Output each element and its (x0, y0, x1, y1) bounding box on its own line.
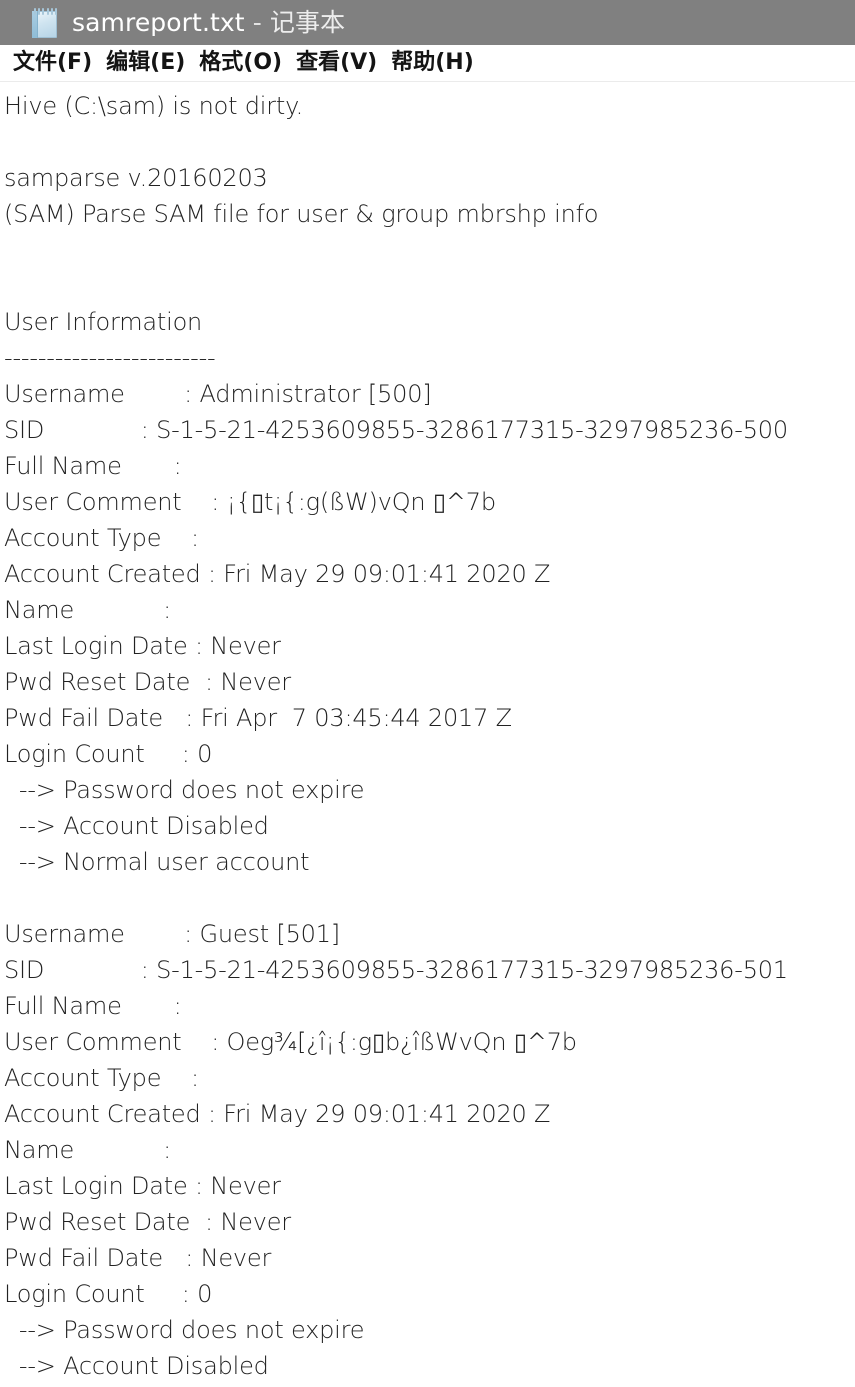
menu-file[interactable]: 文件(F) (6, 52, 99, 74)
menu-edit[interactable]: 编辑(E) (99, 52, 192, 74)
text-line: Name : (4, 596, 172, 624)
menu-help[interactable]: 帮助(H) (384, 52, 481, 74)
text-line (4, 124, 855, 160)
text-line: --> Password does not expire (4, 1316, 365, 1344)
window-title: samreport.txt - 记事本 (72, 10, 345, 35)
text-line (4, 232, 855, 268)
text-line: Pwd Reset Date : Never (4, 668, 291, 696)
text-line: Hive (C:\sam) is not dirty. (4, 92, 304, 120)
text-line: Account Created : Fri May 29 09:01:41 20… (4, 560, 551, 588)
text-line: Pwd Fail Date : Fri Apr 7 03:45:44 2017 … (4, 704, 512, 732)
text-line: SID : S-1-5-21-4253609855-3286177315-329… (4, 416, 788, 444)
text-line (4, 268, 855, 304)
text-line: --> Normal user account (4, 1384, 855, 1386)
text-line: Login Count : 0 (4, 740, 213, 768)
text-line: Username : Administrator [500] (4, 380, 432, 408)
text-line: Full Name : (4, 452, 182, 480)
notepad-icon (32, 7, 58, 38)
text-line: (SAM) Parse SAM file for user & group mb… (4, 200, 599, 228)
text-line: User Comment : ¡{▯t¡{:g(ßW)vQn ▯^7b (4, 488, 496, 516)
text-line (4, 880, 855, 916)
text-line: ------------------------- (4, 344, 216, 372)
text-line: Account Created : Fri May 29 09:01:41 20… (4, 1100, 551, 1128)
text-line: User Comment : Oeg¾[¿î¡{:g▯b¿îßWvQn ▯^7b (4, 1028, 577, 1056)
text-line: Username : Guest [501] (4, 920, 340, 948)
text-line: --> Account Disabled (4, 812, 269, 840)
window-titlebar[interactable]: samreport.txt - 记事本 (0, 0, 855, 45)
window-title-appname: 记事本 (269, 8, 346, 37)
text-line: Last Login Date : Never (4, 1172, 281, 1200)
menu-format[interactable]: 格式(O) (192, 52, 289, 74)
text-line: --> Password does not expire (4, 776, 365, 804)
text-line: Account Type : (4, 1064, 199, 1092)
text-line: User Information (4, 308, 203, 336)
text-line: --> Account Disabled (4, 1352, 269, 1380)
window-title-separator: - (244, 8, 270, 37)
text-line: Name : (4, 1136, 172, 1164)
text-line: Pwd Reset Date : Never (4, 1208, 291, 1236)
text-line: --> Normal user account (4, 848, 310, 876)
text-line: Login Count : 0 (4, 1280, 213, 1308)
menu-view[interactable]: 查看(V) (289, 52, 384, 74)
window-title-filename: samreport.txt (72, 8, 245, 37)
text-line: Last Login Date : Never (4, 632, 281, 660)
text-editor-area[interactable]: Hive (C:\sam) is not dirty. samparse v.2… (0, 82, 855, 1386)
text-line: Full Name : (4, 992, 182, 1020)
text-line: samparse v.20160203 (4, 164, 268, 192)
text-line: SID : S-1-5-21-4253609855-3286177315-329… (4, 956, 788, 984)
menu-bar: 文件(F) 编辑(E) 格式(O) 查看(V) 帮助(H) (0, 45, 855, 82)
text-line: Account Type : (4, 524, 199, 552)
text-line: Pwd Fail Date : Never (4, 1244, 272, 1272)
